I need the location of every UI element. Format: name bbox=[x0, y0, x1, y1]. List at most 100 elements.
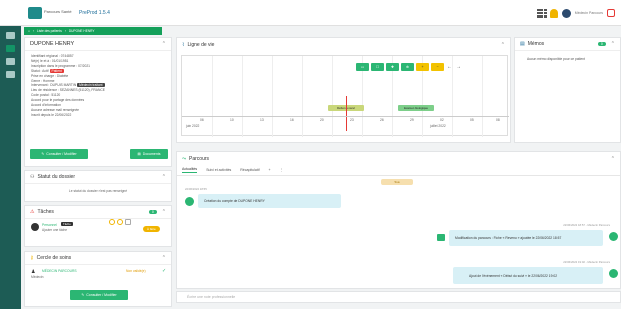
tab-suivi[interactable]: Suivi et activités bbox=[206, 168, 231, 172]
patient-info: Identifiant régional : 0744857 Né(e) le … bbox=[25, 51, 171, 121]
tick-label: 26 bbox=[380, 118, 384, 122]
patient-card-header[interactable]: DUPONE HENRY ⌃ bbox=[25, 38, 171, 51]
care-circle-header[interactable]: ⚷ Cercle de soins ⌃ bbox=[25, 252, 171, 265]
tick-label: 05 bbox=[470, 118, 474, 122]
logo-text: Parcours Santé bbox=[44, 9, 72, 14]
settings-icon[interactable] bbox=[6, 58, 15, 65]
hospital-button[interactable]: ✚ bbox=[386, 63, 399, 71]
collapse-chevron-icon[interactable]: ⌃ bbox=[611, 156, 615, 162]
home-icon[interactable]: ⌂ bbox=[28, 29, 30, 33]
collapse-chevron-icon[interactable]: ⌃ bbox=[162, 41, 166, 47]
breadcrumb-item-patient: DUPONE HENRY bbox=[68, 29, 95, 33]
task-delete-icon[interactable] bbox=[125, 219, 131, 225]
app-logo[interactable] bbox=[28, 7, 42, 19]
arrow-left-icon[interactable]: ← bbox=[446, 64, 453, 70]
filter-pill[interactable]: Tous bbox=[381, 179, 413, 185]
month-label: juillet 2022 bbox=[430, 124, 446, 128]
task-tag: Tâche bbox=[61, 222, 73, 226]
zoom-out-button[interactable]: − bbox=[431, 63, 444, 71]
patient-card: DUPONE HENRY ⌃ Identifiant régional : 07… bbox=[24, 37, 172, 167]
pencil-icon: ✎ bbox=[81, 293, 85, 297]
timeline-toolbar: ▭ ☐ ✚ ⊕ + − ← → bbox=[356, 63, 462, 71]
draft-button[interactable]: ▭ bbox=[356, 63, 369, 71]
tasks-header[interactable]: ⚠ Tâches 0 ⌃ bbox=[25, 206, 171, 219]
care-circle-card: ⚷ Cercle de soins ⌃ ♟ MÉDECIN PARCOURS M… bbox=[24, 251, 172, 307]
tick-label: 02 bbox=[440, 118, 444, 122]
author-avatar bbox=[609, 232, 618, 241]
folder-icon: ▤ bbox=[137, 152, 141, 156]
collapse-chevron-icon[interactable]: ⌃ bbox=[162, 209, 166, 215]
message-bubble: Création du compte de DUPONE HENRY bbox=[198, 194, 341, 208]
tick-label: 16 bbox=[290, 118, 294, 122]
parcours-tabs: Actualités Suivi et activités Récapitula… bbox=[177, 165, 620, 176]
task-actions bbox=[109, 219, 131, 225]
notification-bell-icon[interactable] bbox=[549, 8, 558, 18]
message-meta: 22/06/2022 18:57 - Médecin Parcours bbox=[563, 223, 610, 227]
dark-pill: Médecin traitant bbox=[77, 83, 105, 88]
zoom-in-button[interactable]: + bbox=[416, 63, 429, 71]
tasks-count-badge[interactable]: 0 bbox=[148, 210, 157, 214]
timeline-axis bbox=[182, 116, 509, 117]
user-avatar-icon[interactable] bbox=[561, 8, 571, 18]
member-status: Non validé(e) bbox=[126, 269, 146, 273]
month-label: juin 2022 bbox=[186, 124, 200, 128]
consult-edit-button[interactable]: ✎ Consulter / Modifier bbox=[30, 149, 88, 159]
tick-label: 23 bbox=[350, 118, 354, 122]
dossier-status-card: ⚇ Statut du dossier ⌃ Le statut du dossi… bbox=[24, 170, 172, 202]
task-assignee-sub: Ajouter une tâche bbox=[42, 228, 67, 232]
memos-count-badge[interactable]: 0 bbox=[597, 42, 606, 46]
timeline-card: ⌇ Ligne de vie ⌃ ▭ ☐ ✚ ⊕ + − ← → Début d… bbox=[176, 37, 511, 143]
patient-name: DUPONE HENRY bbox=[30, 41, 75, 47]
patient-icon[interactable] bbox=[6, 45, 15, 52]
key-icon: ⚷ bbox=[30, 255, 34, 261]
breadcrumb-item-patients[interactable]: Liste des patients bbox=[37, 29, 62, 33]
exam-button[interactable]: ⊕ bbox=[401, 63, 414, 71]
timeline-header[interactable]: ⌇ Ligne de vie ⌃ bbox=[177, 38, 510, 51]
pencil-icon: ✎ bbox=[41, 152, 45, 156]
memos-card: ▤ Mémos 0 ⌃ Aucun mémo disponible pour c… bbox=[514, 37, 621, 143]
collapse-chevron-icon[interactable]: ⌃ bbox=[611, 41, 615, 47]
care-circle-consult-button[interactable]: ✎ Consulter / Modifier bbox=[70, 290, 128, 300]
check-icon: ✓ bbox=[162, 268, 167, 274]
tick-label: 06 bbox=[200, 118, 204, 122]
memos-empty-text: Aucun mémo disponible pour ce patient bbox=[527, 57, 585, 61]
dossier-status-header[interactable]: ⚇ Statut du dossier ⌃ bbox=[25, 171, 171, 184]
more-icon[interactable]: ⋮ bbox=[280, 168, 284, 172]
info-icon[interactable] bbox=[6, 32, 15, 39]
arrow-right-icon[interactable]: → bbox=[455, 64, 462, 70]
tick-label: 29 bbox=[410, 118, 414, 122]
tab-actualites[interactable]: Actualités bbox=[182, 167, 198, 173]
documents-button[interactable]: ▤ Documents bbox=[130, 149, 168, 159]
person-icon: ⚇ bbox=[30, 174, 35, 180]
memos-header[interactable]: ▤ Mémos 0 ⌃ bbox=[515, 38, 620, 51]
compose-placeholder: Écrire une note professionnelle bbox=[187, 295, 236, 299]
route-icon: ⤳ bbox=[182, 155, 187, 162]
collapse-chevron-icon[interactable]: ⌃ bbox=[162, 174, 166, 180]
apps-grid-icon[interactable] bbox=[536, 8, 547, 18]
collapse-chevron-icon[interactable]: ⌃ bbox=[162, 255, 166, 261]
left-sidebar bbox=[0, 26, 21, 309]
timeline-chart[interactable]: ▭ ☐ ✚ ⊕ + − ← → Début du suivi Examen bi… bbox=[181, 55, 509, 137]
task-clock-icon[interactable] bbox=[117, 219, 123, 225]
system-avatar bbox=[185, 197, 194, 206]
task-status-badge[interactable]: À faire bbox=[143, 226, 160, 232]
tick-label: 20 bbox=[320, 118, 324, 122]
today-marker bbox=[346, 96, 347, 131]
logout-icon[interactable] bbox=[607, 9, 615, 17]
tasks-card: ⚠ Tâches 0 ⌃ Personnel Tâche Ajouter une… bbox=[24, 205, 172, 247]
member-name[interactable]: MÉDECIN PARCOURS bbox=[42, 269, 77, 273]
add-tab-button[interactable]: + bbox=[269, 168, 271, 172]
tab-recap[interactable]: Récapitulatif bbox=[240, 168, 259, 172]
edit-icon bbox=[437, 234, 445, 241]
message-bubble: Ajout de l'événement « Début du suivi » … bbox=[453, 267, 603, 284]
collapse-chevron-icon[interactable]: ⌃ bbox=[501, 42, 505, 48]
appointment-button[interactable]: ☐ bbox=[371, 63, 384, 71]
task-check-icon[interactable] bbox=[109, 219, 115, 225]
message-meta: 22/06/2022 19:02 - Médecin Parcours bbox=[563, 260, 610, 264]
list-icon[interactable] bbox=[6, 71, 15, 78]
timeline-event[interactable]: Examen biologique bbox=[398, 105, 434, 111]
status-pill: Patient bbox=[49, 68, 64, 73]
note-compose-input[interactable]: Écrire une note professionnelle bbox=[176, 291, 621, 303]
parcours-header[interactable]: ⤳ Parcours ⌃ bbox=[177, 152, 620, 165]
user-name[interactable]: Médecin Parcours bbox=[575, 11, 603, 15]
